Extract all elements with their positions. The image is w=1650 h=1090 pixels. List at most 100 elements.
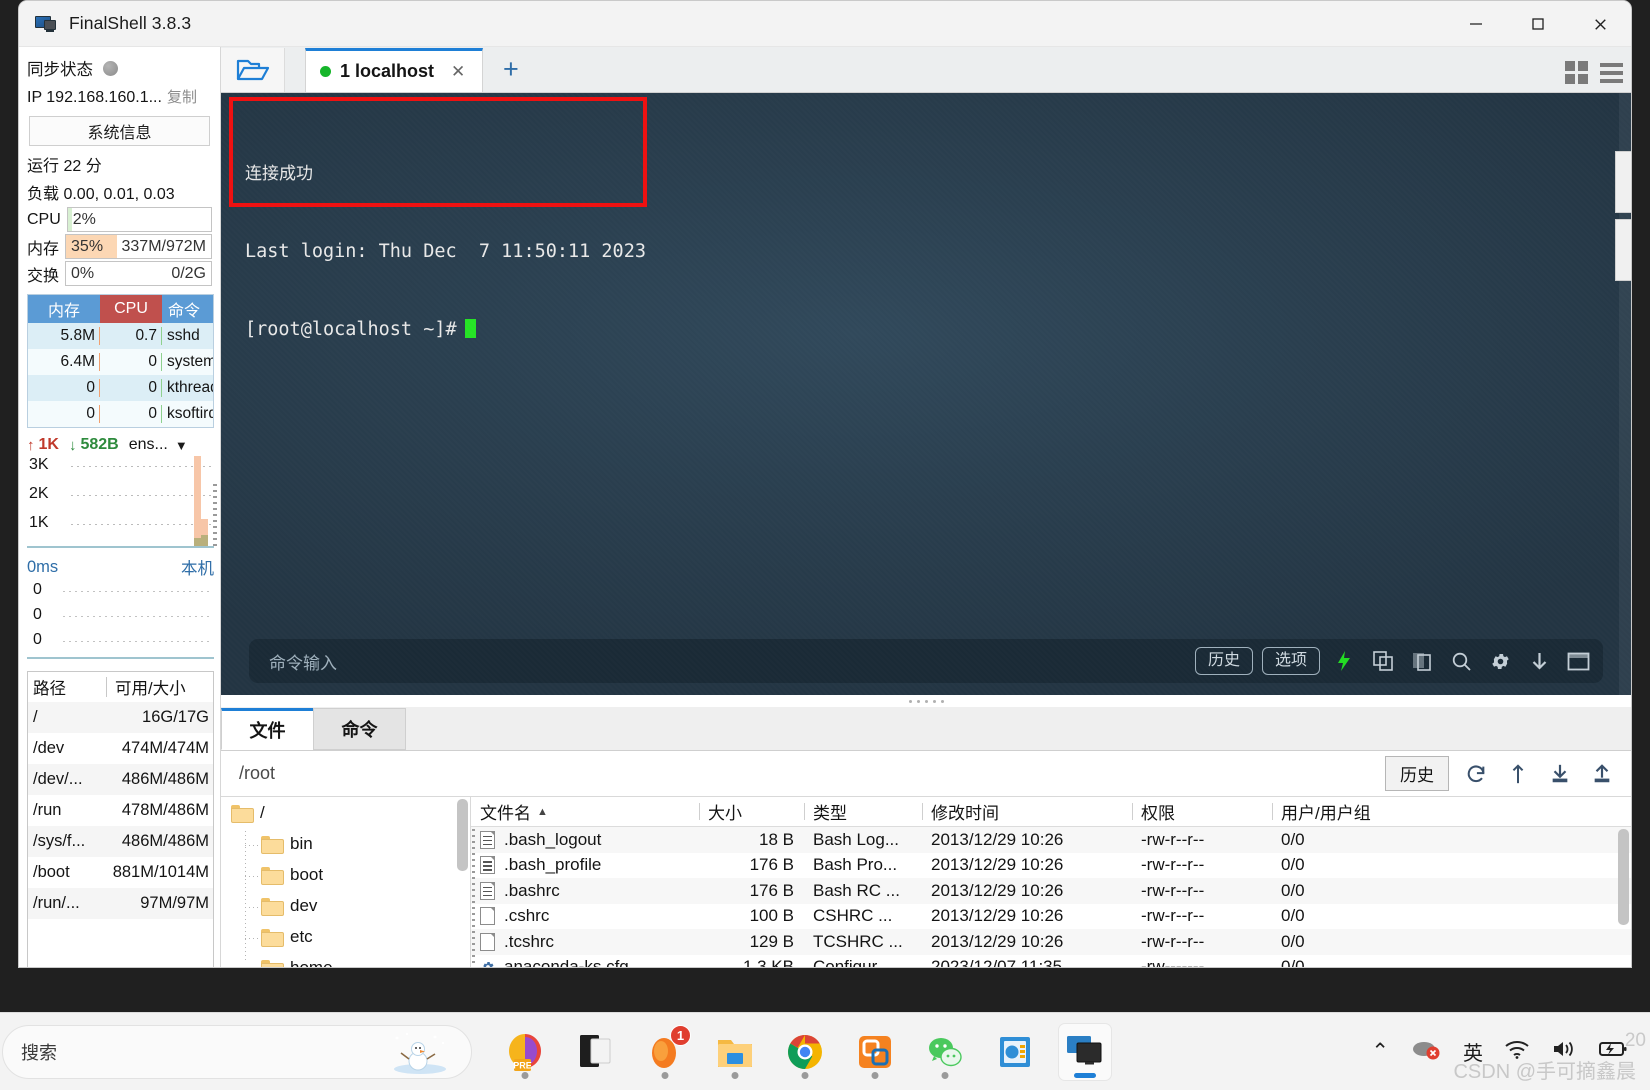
terminal-history-button[interactable]: 历史 [1194, 647, 1253, 675]
disk-col-size[interactable]: 可用/大小 [107, 675, 213, 699]
vmware-icon[interactable] [848, 1023, 902, 1081]
file-type: Bash Pro... [813, 855, 898, 875]
chevron-down-icon[interactable]: ▼ [175, 438, 188, 453]
file-row[interactable]: .bashrc 176 B Bash RC ... 2013/12/29 10:… [471, 878, 1631, 904]
tree-node-boot[interactable]: boot [221, 859, 470, 890]
disk-row[interactable]: /dev 474M/474M [28, 733, 213, 764]
tree-node-label: boot [290, 864, 324, 884]
disk-col-path[interactable]: 路径 [28, 675, 106, 699]
edge-tab-1[interactable] [1615, 151, 1631, 213]
process-row[interactable]: 0 0 ksoftirqd [28, 401, 213, 427]
office-icon[interactable]: PRE [498, 1023, 552, 1081]
process-row[interactable]: 0 0 kthreadd [28, 375, 213, 401]
process-col-cpu[interactable]: CPU [100, 295, 162, 323]
terminal-output-area[interactable]: 连接成功 Last login: Thu Dec 7 11:50:11 2023… [221, 93, 1631, 695]
command-input[interactable]: 命令输入 [269, 649, 1186, 674]
file-list-scrollbar[interactable] [1618, 829, 1629, 925]
process-col-memory[interactable]: 内存 [28, 295, 100, 323]
column-type[interactable]: 类型 [804, 799, 922, 824]
process-col-command[interactable]: 命令 [162, 295, 213, 323]
process-row[interactable]: 6.4M 0 systemd [28, 349, 213, 375]
refresh-icon[interactable] [1461, 759, 1491, 789]
file-explorer-icon[interactable] [708, 1023, 762, 1081]
column-size[interactable]: 大小 [699, 799, 804, 824]
minimize-button[interactable] [1445, 1, 1507, 47]
tab-close-icon[interactable]: ✕ [451, 62, 465, 82]
column-mtime[interactable]: 修改时间 [922, 799, 1132, 824]
gear-icon[interactable] [1485, 646, 1515, 676]
chevron-up-icon[interactable]: ⌃ [1371, 1039, 1389, 1064]
file-name: anaconda-ks.cfg [504, 957, 629, 968]
copy-ip-button[interactable]: 复制 [167, 86, 197, 107]
column-owner[interactable]: 用户/用户组 [1272, 799, 1442, 824]
disk-path-cell: /run/... [33, 894, 80, 912]
file-name: .bash_logout [504, 829, 602, 849]
window-controls [1445, 1, 1631, 47]
sort-icon[interactable] [1503, 759, 1533, 789]
chrome-icon[interactable] [778, 1023, 832, 1081]
current-path-input[interactable]: /root [239, 763, 1373, 784]
disk-size-cell: 474M/474M [121, 739, 209, 757]
tree-node-dev[interactable]: dev [221, 890, 470, 921]
hamburger-menu-icon[interactable] [1600, 62, 1623, 83]
file-row[interactable]: .bash_profile 176 B Bash Pro... 2013/12/… [471, 853, 1631, 879]
disk-row[interactable]: /boot 881M/1014M [28, 857, 213, 888]
tree-scrollbar[interactable] [457, 799, 468, 871]
disk-row[interactable]: /sys/f... 486M/486M [28, 826, 213, 857]
maximize-button[interactable] [1507, 1, 1569, 47]
edge-tab-2[interactable] [1615, 219, 1631, 281]
process-row[interactable]: 5.8M 0.7 sshd [28, 323, 213, 349]
disk-row[interactable]: / 16G/17G [28, 702, 213, 733]
disk-row[interactable]: /run 478M/486M [28, 795, 213, 826]
copy-icon[interactable] [1368, 646, 1398, 676]
tab-localhost[interactable]: 1 localhost ✕ [305, 48, 483, 92]
taskbar-clock-partial: 20 [1624, 1030, 1646, 1051]
file-permissions: -rw-r--r-- [1141, 906, 1205, 926]
tree-node-bin[interactable]: bin [221, 828, 470, 859]
load-average-label: 负载 0.00, 0.01, 0.03 [27, 186, 175, 203]
tab-commands[interactable]: 命令 [313, 708, 406, 750]
title-bar: FinalShell 3.8.3 [19, 1, 1631, 47]
folder-open-icon[interactable] [221, 48, 285, 92]
file-row[interactable]: .bash_logout 18 B Bash Log... 2013/12/29… [471, 827, 1631, 853]
wechat-icon[interactable] [918, 1023, 972, 1081]
ppt-icon[interactable] [988, 1023, 1042, 1081]
tree-node-root[interactable]: / [221, 797, 470, 828]
paste-icon[interactable] [1407, 646, 1437, 676]
taskbar-app-icons: PRE 1 [498, 1022, 1112, 1081]
tree-node-home[interactable]: home [221, 952, 470, 967]
command-input-bar[interactable]: 命令输入 历史 选项 [249, 639, 1603, 683]
terminal-options-button[interactable]: 选项 [1261, 647, 1320, 675]
network-error-icon[interactable] [1410, 1037, 1442, 1066]
lenovo-icon[interactable] [568, 1023, 622, 1081]
browser-icon[interactable]: 1 [638, 1023, 692, 1081]
tree-node-etc[interactable]: etc [221, 921, 470, 952]
column-permissions[interactable]: 权限 [1132, 799, 1272, 824]
taskbar-search[interactable]: 搜索 [2, 1024, 472, 1079]
grid-view-icon[interactable] [1565, 61, 1588, 84]
new-tab-button[interactable]: + [503, 56, 519, 92]
window-icon[interactable] [1563, 646, 1593, 676]
system-info-button[interactable]: 系统信息 [29, 116, 210, 146]
file-row[interactable]: anaconda-ks.cfg 1.3 KB Configur... 2023/… [471, 955, 1631, 968]
file-history-button[interactable]: 历史 [1385, 756, 1449, 791]
download-icon[interactable] [1524, 646, 1554, 676]
disk-row[interactable]: /run/... 97M/97M [28, 888, 213, 919]
lightning-icon[interactable] [1329, 646, 1359, 676]
disk-row[interactable]: /dev/... 486M/486M [28, 764, 213, 795]
file-row[interactable]: .tcshrc 129 B TCSHRC ... 2013/12/29 10:2… [471, 929, 1631, 955]
network-y-label: 2K [29, 485, 49, 502]
download-icon[interactable] [1545, 759, 1575, 789]
file-row[interactable]: .cshrc 100 B CSHRC ... 2013/12/29 10:26 … [471, 904, 1631, 930]
panel-splitter[interactable] [221, 695, 1631, 707]
folder-icon [231, 804, 254, 823]
terminal-cursor [464, 319, 476, 338]
column-filename[interactable]: 文件名 ▲ [471, 799, 699, 824]
upload-icon[interactable] [1587, 759, 1617, 789]
process-memory-cell: 5.8M [28, 327, 100, 345]
finalshell-icon[interactable] [1058, 1022, 1112, 1081]
close-button[interactable] [1569, 1, 1631, 47]
search-icon[interactable] [1446, 646, 1476, 676]
snowman-widget-icon [387, 1029, 453, 1075]
tab-files[interactable]: 文件 [221, 708, 314, 750]
